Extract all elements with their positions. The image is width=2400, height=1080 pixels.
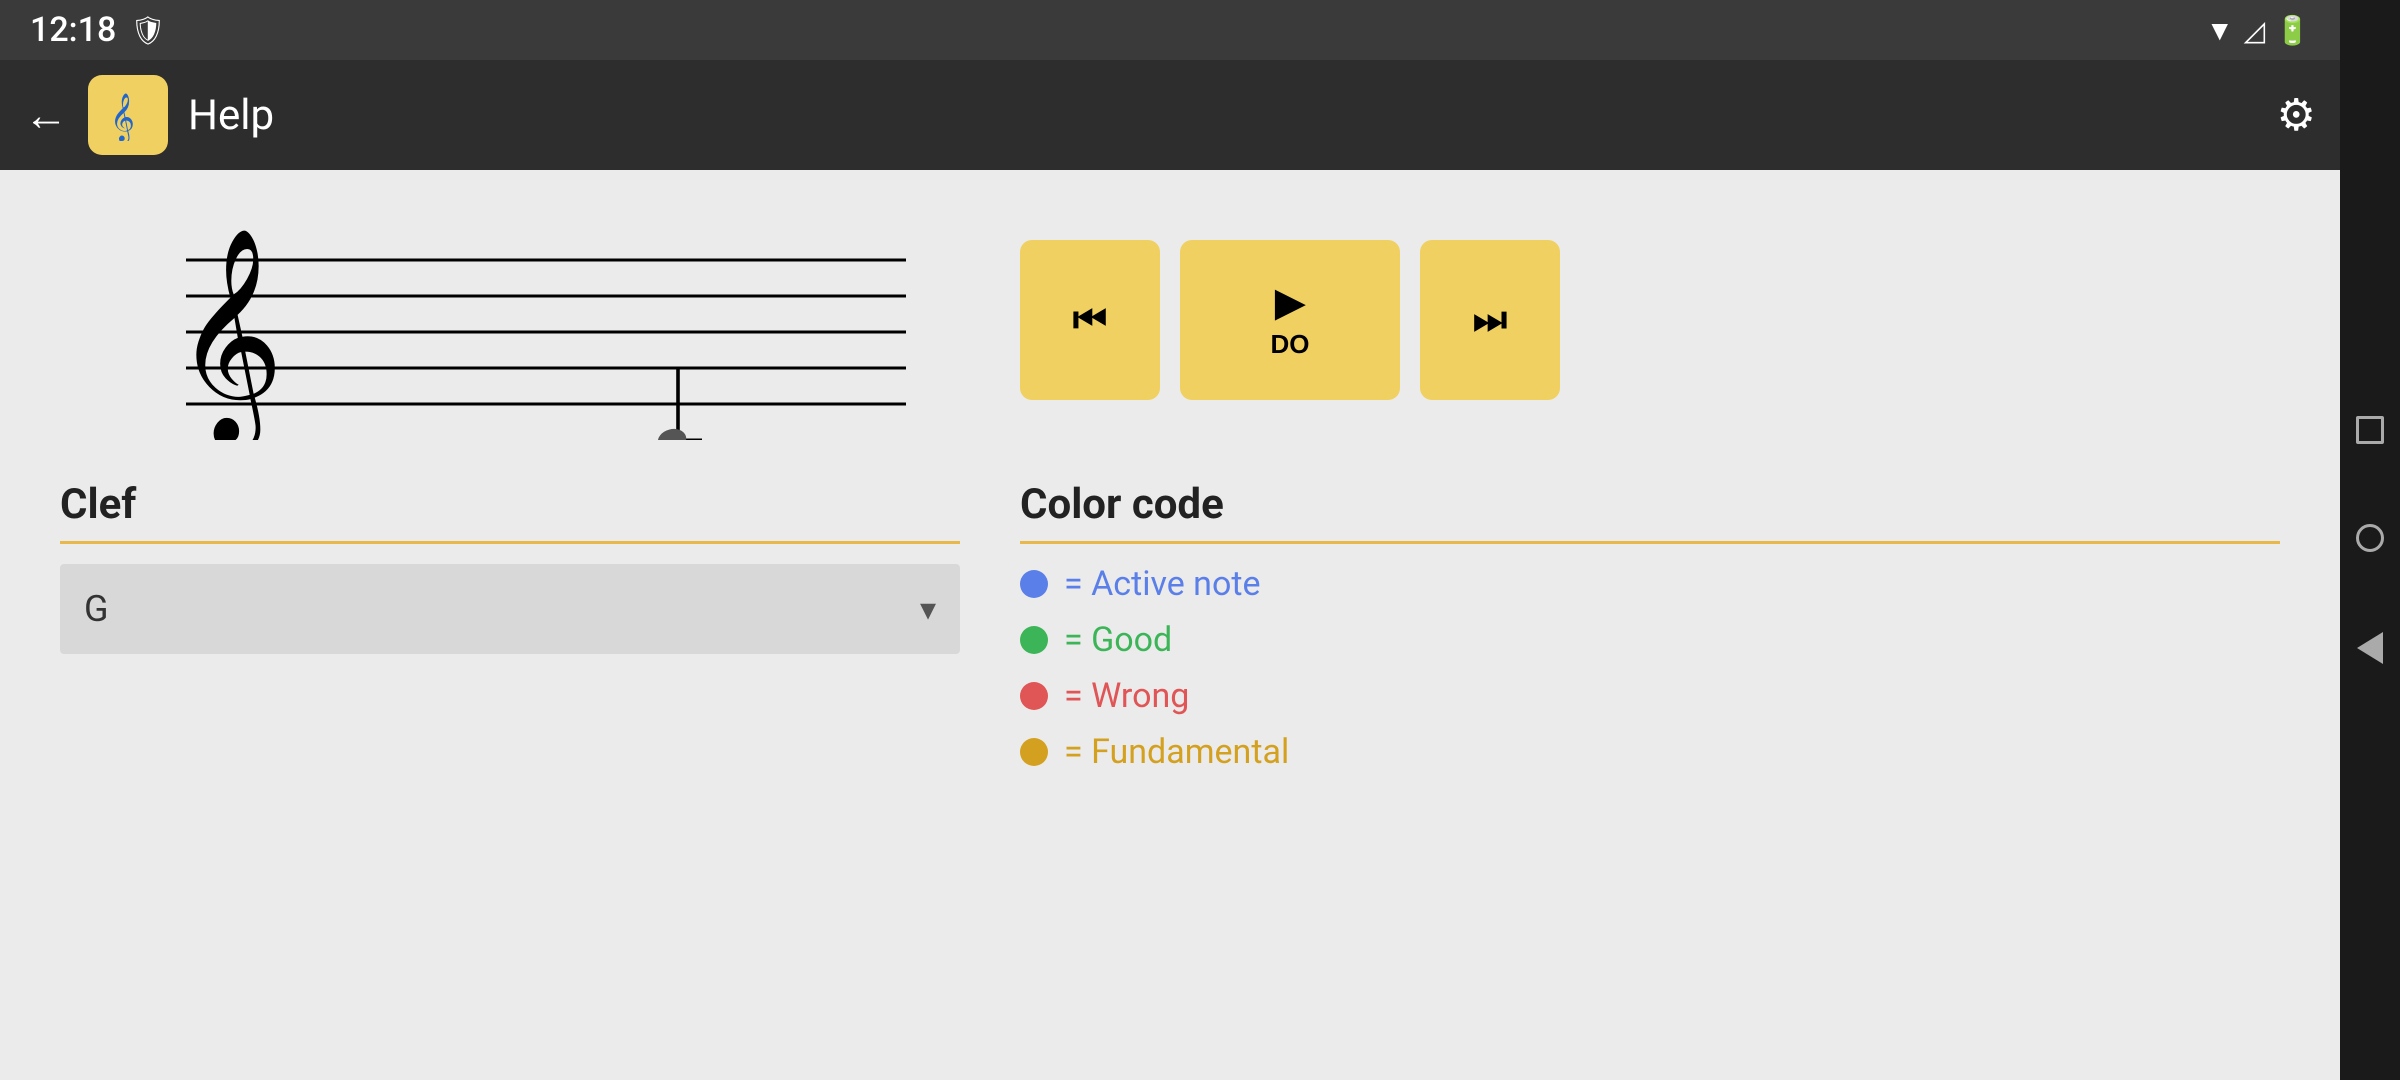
color-item-active: = Active note [1020,564,2280,604]
content-area: 𝄞 ⏮ ▶ DO ⏭ [0,170,2340,1080]
app-title: Help [188,91,274,140]
app-icon: 𝄞 [88,75,168,155]
back-button[interactable]: ← [24,89,68,141]
good-dot [1020,626,1048,654]
app-bar-left: ← 𝄞 Help [24,75,274,155]
prev-button[interactable]: ⏮ [1020,240,1160,400]
battery-icon: 🔋 [2275,14,2310,47]
active-note-label: = Active note [1064,564,1261,604]
signal-icon: ◿ [2244,14,2266,47]
status-time: 12:18 [30,10,116,50]
clef-title: Clef [60,480,960,529]
color-items: = Active note = Good = Wrong = Fundament… [1020,564,2280,772]
play-label: DO [1271,329,1310,360]
wifi-icon: ▼ [2206,14,2234,47]
musical-staff: 𝄞 [60,200,960,440]
status-right: ▼ ◿ 🔋 [2206,14,2310,47]
play-icon: ▶ [1275,280,1304,325]
clef-divider [60,541,960,544]
playback-buttons: ⏮ ▶ DO ⏭ [1020,240,1560,400]
wrong-dot [1020,682,1048,710]
staff-container: 𝄞 [60,200,960,440]
prev-icon: ⏮ [1073,299,1107,342]
svg-text:𝄞: 𝄞 [174,231,284,440]
play-button[interactable]: ▶ DO [1180,240,1400,400]
home-button[interactable] [2356,524,2384,552]
next-icon: ⏭ [1473,299,1507,342]
status-left: 12:18 🛡 [30,10,166,50]
settings-button[interactable]: ⚙ [2277,89,2316,141]
android-nav-bar [2340,0,2400,1080]
clef-value: G [84,588,109,630]
wrong-label: = Wrong [1064,676,1189,716]
color-item-wrong: = Wrong [1020,676,2280,716]
fundamental-dot [1020,738,1048,766]
treble-clef-icon: 𝄞 [102,89,154,141]
shield-icon: 🛡 [130,14,166,47]
phone-area: 12:18 🛡 ▼ ◿ 🔋 ← 𝄞 Help ⚙ [0,0,2340,1080]
color-item-good: = Good [1020,620,2280,660]
color-item-fundamental: = Fundamental [1020,732,2280,772]
color-code-section: Color code = Active note = Good = Wrong [1020,480,2280,772]
good-label: = Good [1064,620,1172,660]
clef-dropdown[interactable]: G ▾ [60,564,960,654]
app-bar: ← 𝄞 Help ⚙ [0,60,2340,170]
top-section: 𝄞 ⏮ ▶ DO ⏭ [60,200,2280,440]
fundamental-label: = Fundamental [1064,732,1289,772]
recent-apps-button[interactable] [2356,416,2384,444]
status-bar: 12:18 🛡 ▼ ◿ 🔋 [0,0,2340,60]
back-nav-button[interactable] [2357,632,2383,664]
bottom-section: Clef G ▾ Color code = Active note [60,480,2280,772]
color-code-divider [1020,541,2280,544]
chevron-down-icon: ▾ [920,590,936,628]
clef-section: Clef G ▾ [60,480,960,654]
color-code-title: Color code [1020,480,2280,529]
active-note-dot [1020,570,1048,598]
next-button[interactable]: ⏭ [1420,240,1560,400]
svg-text:𝄞: 𝄞 [110,93,135,141]
